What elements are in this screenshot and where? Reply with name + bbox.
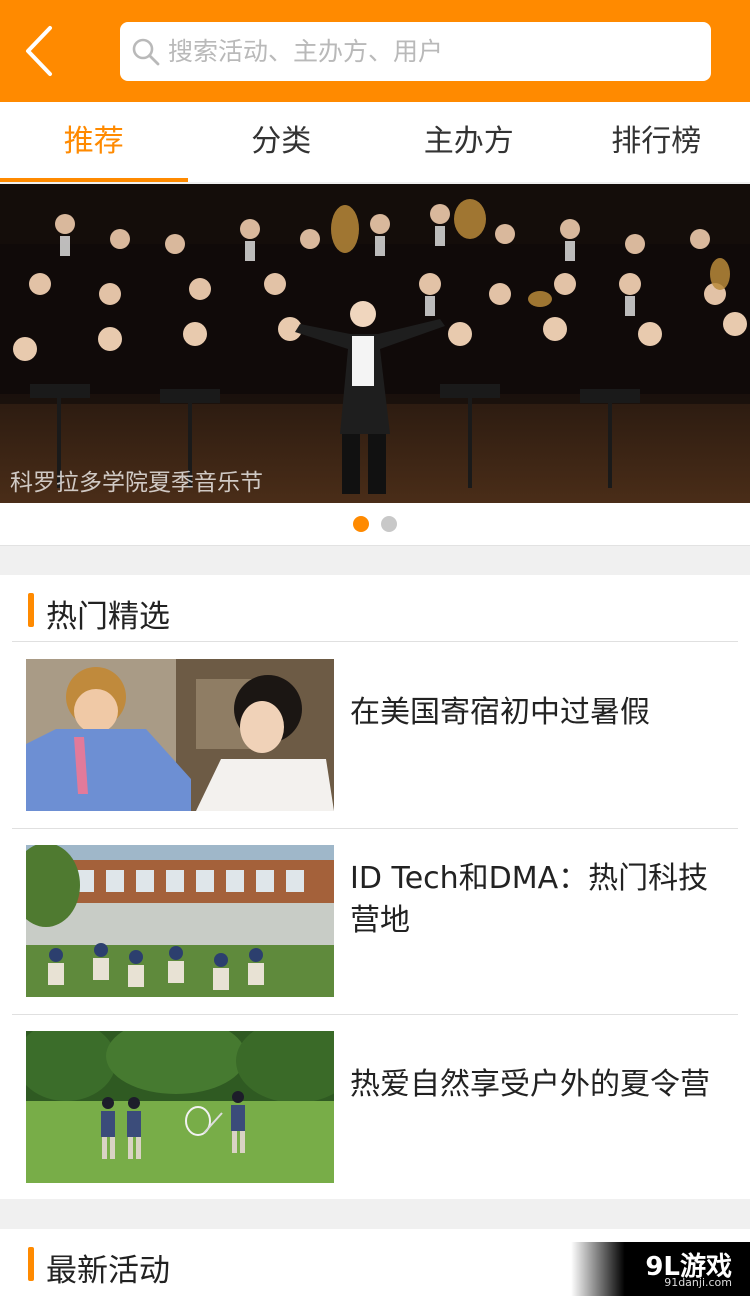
carousel-dot-active[interactable] <box>353 516 369 532</box>
section-title: 热门精选 <box>46 599 170 635</box>
back-button[interactable] <box>20 22 64 80</box>
search-box[interactable] <box>120 22 711 81</box>
item-thumbnail <box>26 659 334 811</box>
hot-picks-section: 热门精选 在美国寄宿初中过暑假 ID Tech和DMA：热门科技营地 热爱自然享… <box>0 575 750 1199</box>
carousel-dot[interactable] <box>381 516 397 532</box>
section-accent-bar <box>28 1247 34 1281</box>
section-accent-bar <box>28 593 34 627</box>
tab-organizers[interactable]: 主办方 <box>375 102 563 182</box>
section-title: 最新活动 <box>46 1253 170 1289</box>
item-title: ID Tech和DMA：热门科技营地 <box>350 861 709 938</box>
tab-recommended[interactable]: 推荐 <box>0 102 188 182</box>
list-item[interactable]: 热爱自然享受户外的夏令营 <box>0 1014 750 1200</box>
top-bar <box>0 0 750 102</box>
carousel-indicator <box>0 503 750 546</box>
search-input[interactable] <box>168 22 688 81</box>
banner-image <box>0 184 750 503</box>
tab-rankings[interactable]: 排行榜 <box>563 102 750 182</box>
item-title: 在美国寄宿初中过暑假 <box>350 695 650 730</box>
item-thumbnail <box>26 1031 334 1183</box>
item-title: 热爱自然享受户外的夏令营 <box>350 1067 710 1102</box>
item-thumbnail <box>26 845 334 997</box>
search-icon <box>132 38 160 66</box>
list-item[interactable]: 在美国寄宿初中过暑假 <box>0 642 750 828</box>
banner-caption: 科罗拉多学院夏季音乐节 <box>10 470 263 496</box>
list-item[interactable]: ID Tech和DMA：热门科技营地 <box>0 828 750 1014</box>
banner-carousel[interactable]: 科罗拉多学院夏季音乐节 <box>0 184 750 503</box>
tab-bar: 推荐 分类 主办方 排行榜 <box>0 102 750 182</box>
tab-categories[interactable]: 分类 <box>188 102 376 182</box>
chevron-left-icon <box>26 26 52 76</box>
watermark-url: 91danji.com <box>664 1276 732 1289</box>
watermark: 9L游戏 91danji.com <box>571 1242 750 1296</box>
